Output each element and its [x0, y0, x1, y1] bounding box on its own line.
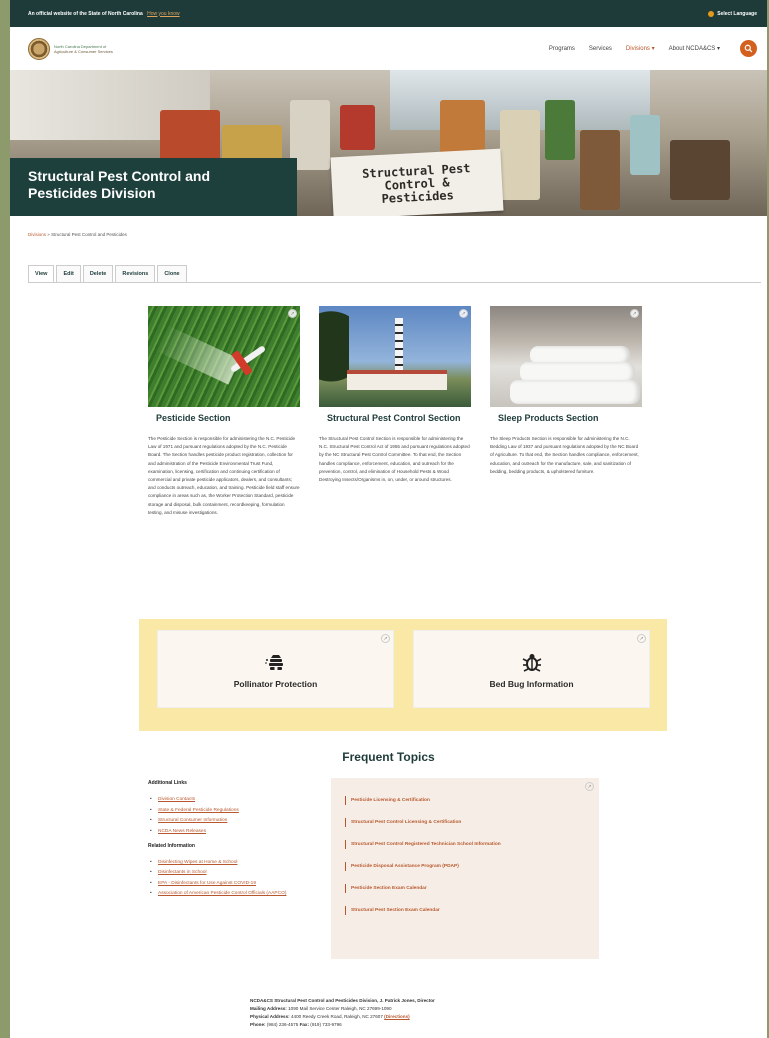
bed-bug-card[interactable]: ↗ Bed Bug Information — [413, 630, 650, 708]
link-division-contacts[interactable]: Division Contacts — [158, 797, 195, 802]
list-item: Division Contacts — [148, 796, 318, 803]
hero-banner: Structural Pest Control & Pesticides Str… — [10, 70, 767, 216]
list-item: NCDA News Releases — [148, 828, 318, 835]
card-label: Pollinator Protection — [233, 678, 318, 689]
crop-duster-image: ↗ — [148, 306, 300, 407]
logo-line-1: North Carolina Department of — [54, 43, 107, 49]
list-item: State & Federal Pesticide Regulations — [148, 807, 318, 814]
language-label: Select Language — [717, 10, 757, 17]
site-header: North Carolina Department of Agriculture… — [10, 27, 767, 70]
topic-link[interactable]: Pesticide Disposal Assistance Program (P… — [345, 862, 585, 871]
external-link-icon: ↗ — [585, 782, 594, 791]
section-cards: ↗ Pesticide Section The Pesticide Sectio… — [148, 306, 644, 517]
topic-link[interactable]: Structural Pest Control Licensing & Cert… — [345, 818, 585, 827]
breadcrumb-home[interactable]: Divisions — [28, 232, 46, 237]
search-icon — [744, 44, 753, 53]
breadcrumb: Divisions » Structural Pest Control and … — [10, 232, 767, 237]
link-consumer-info[interactable]: Structural Consumer Information — [158, 818, 227, 823]
pollinator-card[interactable]: ↗ Pollinator Protection — [157, 630, 394, 708]
directions-link[interactable]: (Directions) — [384, 1014, 410, 1019]
mailing-address: 1090 Mail Service Center Raleigh, NC 276… — [288, 1006, 392, 1011]
section-title[interactable]: Structural Pest Control Section — [327, 413, 471, 424]
frequent-topics-title: Frequent Topics — [342, 750, 435, 764]
links-column: Additional Links Division Contacts State… — [148, 780, 318, 905]
section-card-pesticide[interactable]: ↗ Pesticide Section The Pesticide Sectio… — [148, 306, 300, 517]
breadcrumb-current: Structural Pest Control and Pesticides — [51, 232, 127, 237]
how-you-know-link[interactable]: How you know — [147, 11, 180, 17]
main-nav: Programs Services Divisions ▾ About NCDA… — [549, 40, 757, 57]
tab-edit[interactable]: Edit — [56, 265, 81, 282]
section-title[interactable]: Sleep Products Section — [498, 413, 642, 424]
site-footer: NCDA&CS Structural Pest Control and Pest… — [250, 998, 435, 1027]
featured-band: ↗ Pollinator Protection ↗ Bed Bug Inform… — [139, 619, 667, 731]
nav-about[interactable]: About NCDA&CS ▾ — [669, 45, 720, 52]
language-selector[interactable]: Select Language — [708, 10, 757, 17]
related-links-list: Disinfecting Wipes at Home & School Disi… — [148, 859, 318, 898]
link-disinfectants-school[interactable]: Disinfectants in School — [158, 870, 207, 875]
external-link-icon: ↗ — [637, 634, 646, 643]
nav-divisions[interactable]: Divisions ▾ — [626, 45, 655, 52]
link-disinfecting-wipes[interactable]: Disinfecting Wipes at Home & School — [158, 860, 237, 865]
fax-number: (919) 733-9796 — [310, 1022, 342, 1027]
hero-sign: Structural Pest Control & Pesticides — [330, 148, 504, 216]
phone-number: (984) 236-4575 — [266, 1022, 299, 1027]
external-link-icon: ↗ — [381, 634, 390, 643]
nav-programs[interactable]: Programs — [549, 46, 575, 52]
logo-line-2: Agriculture & Consumer Services — [54, 48, 113, 54]
topic-link[interactable]: Pesticide Section Exam Calendar — [345, 884, 585, 893]
search-button[interactable] — [740, 40, 757, 57]
section-body: The Structural Pest Control Section is r… — [319, 436, 470, 483]
page-title: Structural Pest Control and Pesticides D… — [28, 168, 211, 201]
footer-org: NCDA&CS Structural Pest Control and Pest… — [250, 998, 435, 1003]
list-item: EPA - Disinfectants for Use Against COVI… — [148, 880, 318, 887]
breadcrumb-separator: » — [47, 232, 50, 237]
bug-icon — [522, 653, 541, 672]
list-item: Disinfectants in School — [148, 869, 318, 876]
official-banner: An official website of the State of Nort… — [10, 0, 767, 27]
tab-delete[interactable]: Delete — [82, 265, 114, 282]
tab-clone[interactable]: Clone — [157, 265, 187, 282]
site-logo[interactable]: North Carolina Department of Agriculture… — [28, 37, 113, 60]
related-info-heading: Related Information — [148, 842, 195, 849]
list-item: Structural Consumer Information — [148, 817, 318, 824]
section-card-structural[interactable]: ↗ Structural Pest Control Section The St… — [319, 306, 471, 517]
link-news-releases[interactable]: NCDA News Releases — [158, 829, 206, 834]
topic-link[interactable]: Structural Pest Control Registered Techn… — [345, 840, 585, 849]
official-text: An official website of the State of Nort… — [28, 10, 143, 17]
admin-tabs: View Edit Delete Revisions Clone — [28, 265, 761, 283]
page-frame: An official website of the State of Nort… — [10, 0, 767, 1038]
list-item: Disinfecting Wipes at Home & School — [148, 859, 318, 866]
external-link-icon: ↗ — [459, 309, 468, 318]
section-card-sleep[interactable]: ↗ Sleep Products Section The Sleep Produ… — [490, 306, 642, 517]
lighthouse-image: ↗ — [319, 306, 471, 407]
card-label: Bed Bug Information — [489, 678, 574, 689]
additional-links-list: Division Contacts State & Federal Pestic… — [148, 796, 318, 835]
topics-box: ↗ Pesticide Licensing & Certification St… — [331, 778, 599, 959]
beehive-icon — [264, 654, 283, 670]
external-link-icon: ↗ — [630, 309, 639, 318]
link-regulations[interactable]: State & Federal Pesticide Regulations — [158, 808, 239, 813]
topic-link[interactable]: Pesticide Licensing & Certification — [345, 796, 585, 805]
tab-revisions[interactable]: Revisions — [115, 265, 156, 282]
seal-icon — [28, 37, 50, 60]
link-epa-covid[interactable]: EPA - Disinfectants for Use Against COVI… — [158, 881, 256, 886]
section-body: The Pesticide Section is responsible for… — [148, 436, 300, 515]
section-body: The Sleep Products Section is responsibl… — [490, 436, 639, 474]
topic-link[interactable]: Structural Pest Section Exam Calendar — [345, 906, 585, 915]
globe-icon — [708, 10, 715, 17]
link-aapco[interactable]: Association of American Pesticide Contro… — [158, 891, 286, 896]
hero-title-box: Structural Pest Control and Pesticides D… — [10, 158, 297, 216]
nav-services[interactable]: Services — [589, 46, 612, 52]
list-item: Association of American Pesticide Contro… — [148, 890, 318, 897]
external-link-icon: ↗ — [288, 309, 297, 318]
section-title[interactable]: Pesticide Section — [156, 413, 300, 424]
tab-view[interactable]: View — [28, 265, 55, 282]
mattress-factory-image: ↗ — [490, 306, 642, 407]
additional-links-heading: Additional Links — [148, 780, 187, 786]
physical-address: 4400 Reedy Creek Road, Raleigh, NC 27607 — [290, 1014, 383, 1019]
